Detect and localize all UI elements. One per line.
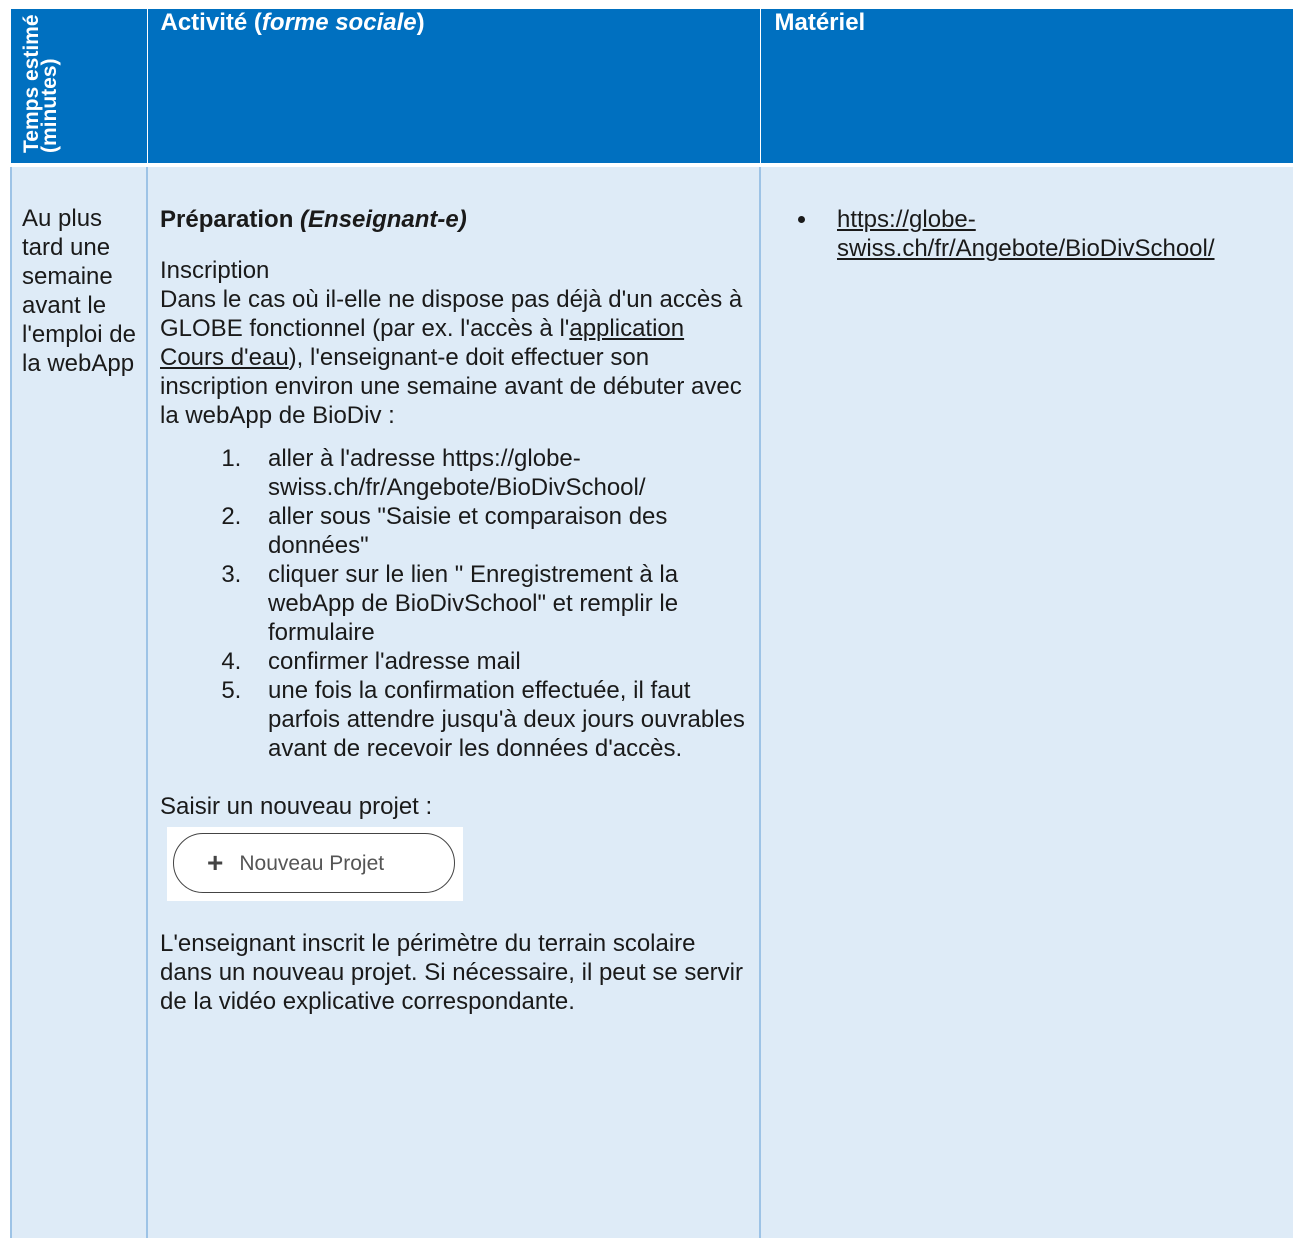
new-project-screenshot: + Nouveau Projet [167,827,463,901]
list-item: aller sous "Saisie et comparaison des do… [248,502,745,560]
intro-paragraph: Dans le cas où il-elle ne dispose pas dé… [160,285,745,430]
lesson-plan-table: Temps estimé (minutes) Activité (forme s… [10,9,1293,1238]
new-project-button[interactable]: + Nouveau Projet [173,833,455,893]
header-time: Temps estimé (minutes) [11,9,148,163]
activity-cell: Préparation (Enseignant-e) Inscription D… [147,167,761,1238]
registration-steps: aller à l'adresse https://globe-swiss.ch… [160,444,745,763]
header-material: Matériel [760,9,1293,163]
list-item: https://globe-swiss.ch/fr/Angebote/BioDi… [819,205,1284,263]
header-activity-end: ) [416,9,425,36]
list-item: confirmer l'adresse mail [248,647,745,676]
time-text: Au plus tard une semaine avant le l'empl… [22,205,136,377]
header-activity: Activité (forme sociale) [147,9,761,163]
document-page: Temps estimé (minutes) Activité (forme s… [0,0,1293,1238]
header-material-label: Matériel [774,9,866,36]
table-header-row: Temps estimé (minutes) Activité (forme s… [11,9,1293,163]
closing-paragraph: L'enseignant inscrit le périmètre du ter… [160,930,743,1015]
header-activity-italic: forme sociale [261,9,417,36]
new-project-label: Saisir un nouveau projet : [160,793,433,820]
plus-icon: + [207,847,224,878]
new-project-button-label: Nouveau Projet [239,851,385,875]
header-activity-main: Activité ( [160,9,262,36]
table-row: Au plus tard une semaine avant le l'empl… [10,167,1293,1238]
biodivschool-link[interactable]: https://globe-swiss.ch/fr/Angebote/BioDi… [837,206,1215,262]
list-item: une fois la confirmation effectuée, il f… [248,676,745,763]
heading-main: Préparation [160,206,294,233]
subheading: Inscription [160,257,270,284]
material-cell: https://globe-swiss.ch/fr/Angebote/BioDi… [760,167,1293,1238]
header-time-label: Temps estimé (minutes) [20,14,61,154]
list-item: cliquer sur le lien " Enregistrement à l… [248,560,745,647]
heading-italic: (Enseignant-e) [300,206,467,233]
material-list: https://globe-swiss.ch/fr/Angebote/BioDi… [777,205,1284,263]
time-cell: Au plus tard une semaine avant le l'empl… [10,167,148,1238]
list-item: aller à l'adresse https://globe-swiss.ch… [248,444,745,502]
activity-heading: Préparation (Enseignant-e) [160,205,745,234]
